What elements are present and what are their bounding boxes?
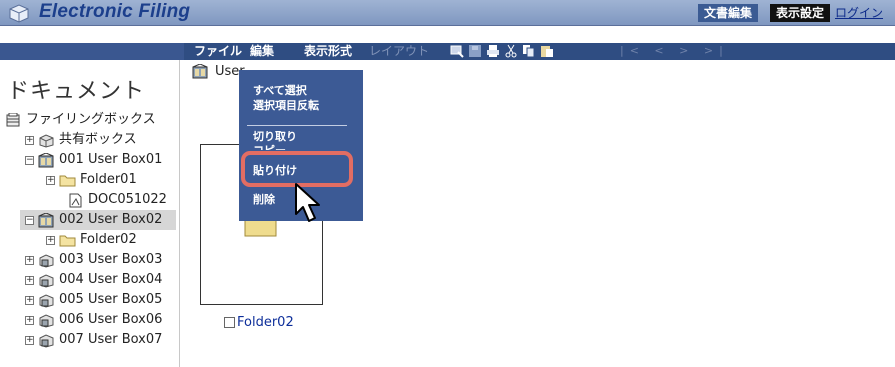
tree-item-user-box07[interactable]: + 007 User Box07	[25, 330, 162, 350]
expand-icon[interactable]: +	[25, 255, 34, 265]
pager-controls: |< < > >|	[620, 44, 729, 57]
folder-checkbox[interactable]	[224, 317, 235, 328]
paste-icon[interactable]	[540, 44, 554, 58]
tree-item-folder01[interactable]: + Folder01	[46, 170, 137, 190]
tree-item-label: 002 User Box02	[59, 212, 163, 227]
tree-item-doc051022[interactable]: DOC051022	[67, 190, 167, 210]
user-box-icon	[38, 212, 54, 227]
tree-item-filing-box[interactable]: ファイリングボックス	[5, 110, 156, 130]
locked-user-box-icon	[39, 293, 54, 308]
save-icon	[469, 45, 481, 57]
expand-icon[interactable]: +	[25, 335, 34, 345]
tree-item-user-box04[interactable]: + 004 User Box04	[25, 270, 162, 290]
folder-icon	[59, 235, 76, 246]
tree-item-label: 001 User Box01	[59, 152, 163, 167]
expand-icon[interactable]: +	[25, 275, 34, 285]
app-logo-icon	[9, 4, 29, 23]
doc-edit-button[interactable]: 文書編集	[698, 4, 758, 22]
menu-item-select-all[interactable]: すべて選択	[253, 84, 307, 97]
locked-user-box-icon	[39, 253, 54, 268]
menu-separator	[247, 125, 347, 126]
user-box-icon	[38, 152, 54, 167]
menu-item-invert-selection[interactable]: 選択項目反転	[253, 99, 319, 112]
tree-item-user-box03[interactable]: + 003 User Box03	[25, 250, 162, 270]
menu-bar-left-area	[0, 43, 184, 60]
expand-icon[interactable]: +	[25, 295, 34, 305]
toolbar	[450, 44, 554, 59]
shared-box-icon	[39, 133, 54, 148]
tree-item-label: ファイリングボックス	[26, 112, 156, 127]
folder-icon	[59, 175, 76, 186]
expand-icon[interactable]: +	[25, 135, 34, 145]
menu-item-delete[interactable]: 削除	[253, 193, 275, 206]
tree-item-label: DOC051022	[88, 192, 167, 207]
expand-icon[interactable]: +	[25, 315, 34, 325]
tree-item-label: Folder02	[80, 232, 137, 247]
tree-item-label: 003 User Box03	[59, 252, 163, 267]
tree-item-user-box01[interactable]: − 001 User Box01	[25, 150, 162, 170]
locked-user-box-icon	[39, 333, 54, 348]
user-box-icon	[192, 64, 208, 79]
cut-icon[interactable]	[504, 44, 518, 58]
document-icon	[69, 193, 82, 207]
menu-file[interactable]: ファイル	[194, 44, 242, 59]
display-settings-button[interactable]: 表示設定	[770, 4, 830, 22]
tree-item-label: 005 User Box05	[59, 292, 163, 307]
tree-item-user-box06[interactable]: + 006 User Box06	[25, 310, 162, 330]
login-link[interactable]: ログイン	[835, 4, 895, 22]
properties-icon[interactable]	[450, 44, 464, 58]
menu-view[interactable]: 表示形式	[304, 44, 352, 59]
tree-item-label: Folder01	[80, 172, 137, 187]
menu-item-cut[interactable]: 切り取り	[253, 130, 297, 143]
expand-icon[interactable]: +	[46, 175, 55, 185]
filing-box-icon	[6, 112, 20, 126]
document-tree-panel: ドキュメント ファイリングボックス + 共有ボックス − 001 User Bo…	[0, 60, 180, 367]
tree-item-label: 共有ボックス	[59, 132, 137, 147]
tree-item-label: 007 User Box07	[59, 332, 163, 347]
folder-item[interactable]: Folder02	[224, 315, 294, 330]
tree-item-shared-box[interactable]: + 共有ボックス	[25, 130, 137, 150]
folder-name[interactable]: Folder02	[237, 315, 294, 330]
tree-item-label: 004 User Box04	[59, 272, 163, 287]
menu-item-copy[interactable]: コピー	[253, 144, 286, 150]
menu-edit[interactable]: 編集	[250, 44, 274, 59]
panel-title: ドキュメント	[7, 79, 146, 104]
mouse-pointer-icon	[295, 183, 320, 222]
locked-user-box-icon	[39, 273, 54, 288]
menu-layout: レイアウト	[369, 44, 430, 58]
locked-user-box-icon	[39, 313, 54, 328]
app-title: Electronic Filing	[39, 1, 191, 22]
copy-icon[interactable]	[522, 44, 536, 58]
tree-item-user-box05[interactable]: + 005 User Box05	[25, 290, 162, 310]
breadcrumb: User	[192, 64, 245, 79]
collapse-icon[interactable]: −	[25, 215, 34, 225]
tree-item-label: 006 User Box06	[59, 312, 163, 327]
tree-item-user-box02[interactable]: − 002 User Box02	[20, 210, 176, 230]
collapse-icon[interactable]: −	[25, 155, 34, 165]
print-icon[interactable]	[486, 44, 500, 58]
tree-item-folder02[interactable]: + Folder02	[46, 230, 137, 250]
app-header: Electronic Filing 文書編集 表示設定 ログイン	[0, 0, 895, 43]
expand-icon[interactable]: +	[46, 235, 55, 245]
